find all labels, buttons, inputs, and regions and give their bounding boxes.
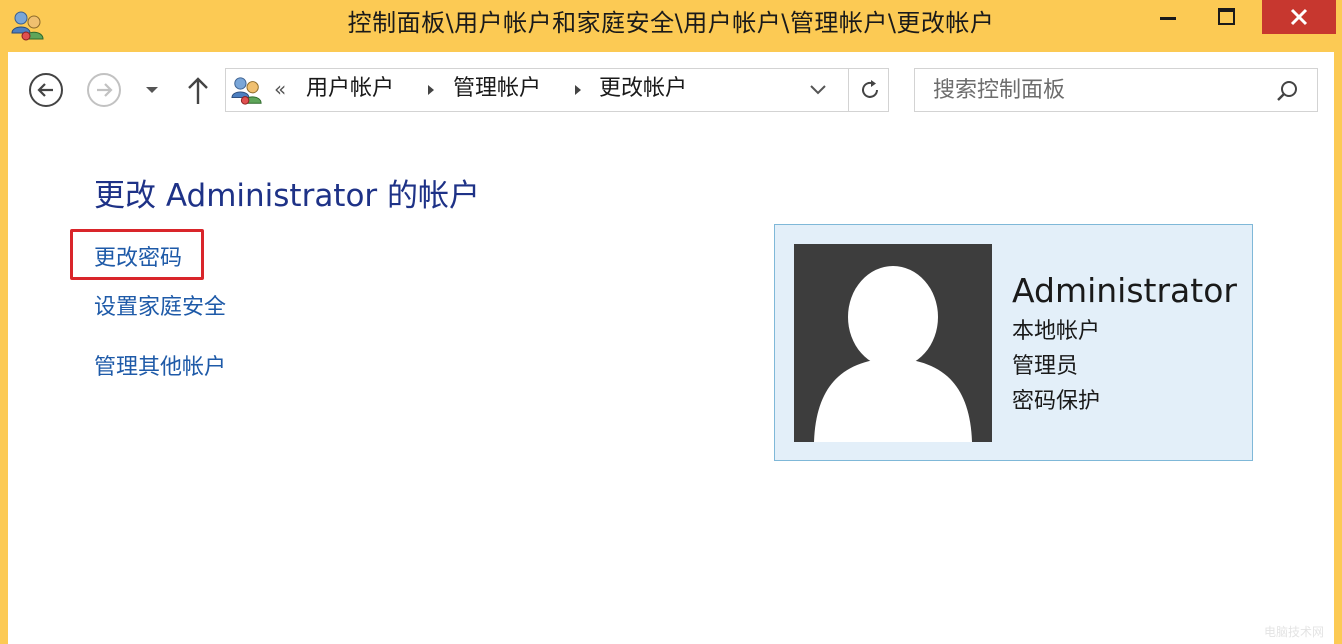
- title-bar[interactable]: 控制面板\用户帐户和家庭安全\用户帐户\管理帐户\更改帐户: [0, 0, 1342, 52]
- forward-button[interactable]: [87, 73, 121, 107]
- breadcrumb-user-accounts[interactable]: 用户帐户: [306, 69, 394, 111]
- breadcrumb-manage-accounts[interactable]: 管理帐户: [453, 69, 541, 111]
- search-box[interactable]: [914, 68, 1318, 112]
- address-history-dropdown[interactable]: [809, 83, 827, 97]
- search-icon[interactable]: [1275, 79, 1299, 103]
- minimize-button[interactable]: [1142, 0, 1192, 34]
- chevron-right-icon[interactable]: [427, 85, 435, 95]
- close-icon: [1290, 8, 1308, 26]
- avatar: [794, 244, 992, 442]
- window-title: 控制面板\用户帐户和家庭安全\用户帐户\管理帐户\更改帐户: [347, 9, 995, 37]
- account-role: 管理员: [1012, 354, 1079, 379]
- up-button[interactable]: [184, 76, 212, 106]
- account-type: 本地帐户: [1012, 319, 1101, 344]
- recent-locations-button[interactable]: [142, 82, 162, 98]
- search-input[interactable]: [915, 69, 1265, 111]
- maximize-icon: [1218, 8, 1235, 25]
- minimize-icon: [1160, 17, 1176, 20]
- chevron-right-icon[interactable]: [574, 85, 582, 95]
- account-protection-status: 密码保护: [1012, 389, 1101, 414]
- address-bar[interactable]: « 用户帐户 管理帐户 更改帐户: [225, 68, 889, 112]
- arrow-right-icon: [97, 83, 113, 97]
- account-tile: Administrator 本地帐户 管理员 密码保护: [774, 224, 1253, 461]
- breadcrumb-overflow-button[interactable]: «: [274, 69, 286, 111]
- client-area: « 用户帐户 管理帐户 更改帐户 搜索控制面板 更改 Administrator…: [8, 52, 1334, 644]
- back-button[interactable]: [29, 73, 63, 107]
- maximize-button[interactable]: [1200, 0, 1250, 34]
- close-button[interactable]: [1262, 0, 1336, 34]
- user-accounts-icon: [231, 77, 262, 105]
- watermark: 电脑技术网: [1263, 625, 1324, 639]
- page-title: 更改 Administrator 的帐户: [94, 178, 481, 214]
- refresh-button[interactable]: [848, 68, 890, 112]
- refresh-icon: [862, 80, 878, 98]
- change-password-link[interactable]: 更改密码: [94, 240, 182, 272]
- breadcrumb-change-account[interactable]: 更改帐户: [599, 69, 687, 111]
- control-panel-window: 控制面板\用户帐户和家庭安全\用户帐户\管理帐户\更改帐户 « 用户帐户 管理帐…: [0, 0, 1342, 644]
- arrow-left-icon: [37, 83, 53, 97]
- manage-other-accounts-link[interactable]: 管理其他帐户: [94, 349, 226, 381]
- user-silhouette-icon: [814, 266, 972, 442]
- account-name: Administrator: [1012, 271, 1237, 310]
- family-safety-link[interactable]: 设置家庭安全: [94, 289, 226, 321]
